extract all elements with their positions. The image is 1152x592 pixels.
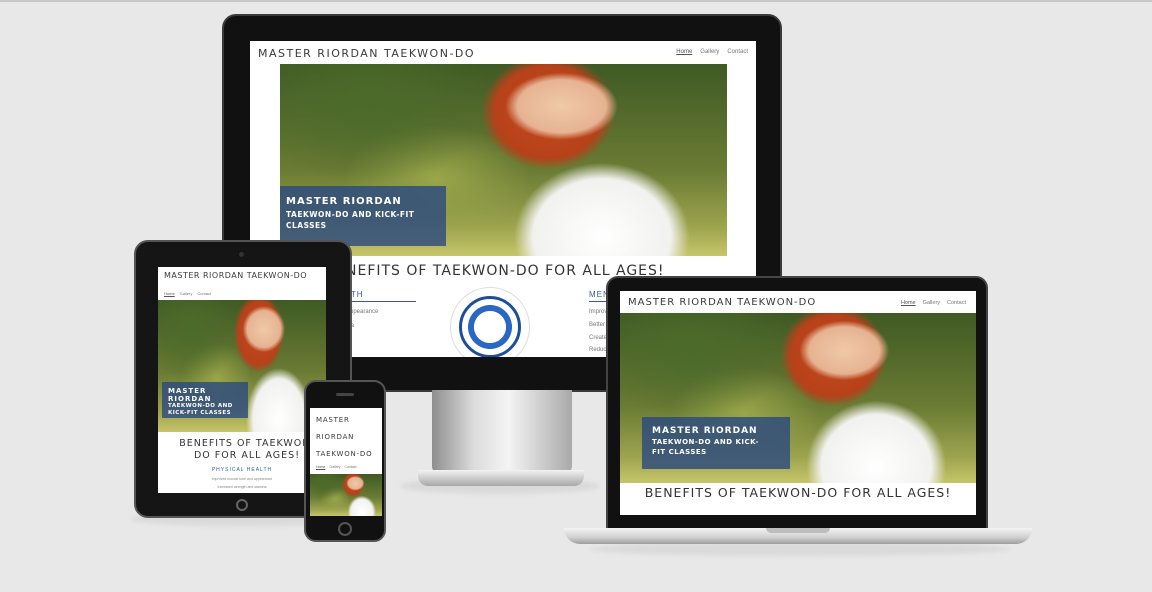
- physical-item: Improved muscle tone and appearance: [211, 477, 273, 481]
- hero-subtitle: TAEKWON-DO AND KICK-FIT CLASSES: [168, 403, 233, 416]
- laptop-shadow: [590, 542, 1010, 556]
- benefits-heading-line: BENEFITS OF TAEKWON-: [179, 438, 315, 449]
- hero-subtitle: TAEKWON-DO AND KICK-FIT CLASSES: [286, 210, 415, 230]
- nav-contact-link[interactable]: Contact: [197, 291, 211, 296]
- tablet-camera: [239, 252, 244, 257]
- phone-screen: MASTER RIORDAN TAEKWON-DO Home Gallery C…: [310, 408, 382, 516]
- benefits-heading-line: DO FOR ALL AGES!: [193, 450, 300, 461]
- site-nav: Home Gallery Contact: [901, 300, 966, 306]
- site-nav: Home Gallery Contact: [316, 465, 357, 469]
- laptop-notch: [766, 528, 830, 533]
- top-divider: [0, 0, 1152, 2]
- nav-gallery-link[interactable]: Gallery: [180, 291, 193, 296]
- hero-title: MASTER RIORDAN: [652, 426, 758, 436]
- physical-health-heading: LTH: [346, 290, 416, 302]
- hero-image: [310, 474, 382, 516]
- laptop-screen: MASTER RIORDAN TAEKWON-DO Home Gallery C…: [620, 291, 976, 515]
- hero-image: MASTER RIORDAN TAEKWON-DO AND KICK-FIT C…: [620, 313, 976, 483]
- tkd-emblem-icon: [459, 296, 521, 357]
- physical-item: Increased strength and stamina: [217, 485, 267, 489]
- brand-line: MASTER: [316, 416, 350, 424]
- site-brand[interactable]: MASTER RIORDAN TAEKWON-DO: [258, 47, 475, 60]
- tablet-screen: MASTER RIORDAN TAEKWON-DO Home Gallery C…: [158, 267, 326, 493]
- site-brand[interactable]: MASTER RIORDAN TAEKWON-DO: [164, 271, 307, 280]
- brand-line: TAEKWON-DO: [316, 450, 373, 458]
- nav-gallery-link[interactable]: Gallery: [329, 465, 340, 469]
- monitor-stand: [432, 390, 572, 474]
- nav-home-link[interactable]: Home: [316, 465, 325, 469]
- benefits-heading: BENEFITS OF TAEKWON- DO FOR ALL AGES!: [168, 438, 326, 462]
- hero-image: MASTER RIORDAN TAEKWON-DO AND KICK-FIT C…: [280, 64, 727, 256]
- mental-item: Reduc: [589, 347, 607, 353]
- phone-speaker: [336, 393, 354, 396]
- nav-contact-link[interactable]: Contact: [344, 465, 356, 469]
- nav-contact-link[interactable]: Contact: [947, 300, 966, 306]
- emblem-ring: [450, 287, 530, 357]
- brand-line: RIORDAN: [316, 433, 355, 441]
- tablet-home-button[interactable]: [236, 499, 248, 511]
- site-brand[interactable]: MASTER RIORDAN TAEKWON-DO: [628, 297, 816, 308]
- hero-image: MASTER RIORDAN TAEKWON-DO AND KICK-FIT C…: [158, 300, 326, 432]
- monitor-base: [418, 470, 584, 486]
- nav-contact-link[interactable]: Contact: [727, 49, 748, 55]
- nav-gallery-link[interactable]: Gallery: [700, 49, 719, 55]
- physical-health-heading: PHYSICAL HEALTH: [211, 467, 273, 473]
- hero-subtitle: TAEKWON-DO AND KICK-FIT CLASSES: [652, 438, 759, 456]
- site-brand[interactable]: MASTER RIORDAN TAEKWON-DO: [316, 412, 372, 463]
- nav-home-link[interactable]: Home: [901, 300, 916, 306]
- site-nav: Home Gallery Contact: [676, 49, 748, 55]
- hero-title: MASTER RIORDAN: [286, 196, 402, 207]
- hero-caption: MASTER RIORDAN TAEKWON-DO AND KICK-FIT C…: [642, 417, 790, 469]
- mental-item: Create: [589, 335, 608, 341]
- mental-item: Improv: [589, 309, 608, 315]
- nav-home-link[interactable]: Home: [164, 291, 175, 296]
- site-nav: Home Gallery Contact: [164, 291, 211, 296]
- hero-caption: MASTER RIORDAN TAEKWON-DO AND KICK-FIT C…: [280, 186, 446, 246]
- hero-title: MASTER RIORDAN: [168, 387, 212, 403]
- mental-item: Better: [589, 322, 606, 328]
- phone-home-button[interactable]: [338, 522, 352, 536]
- nav-gallery-link[interactable]: Gallery: [923, 300, 940, 306]
- benefits-heading: BENEFITS OF TAEKWON-DO FOR ALL AGES!: [644, 485, 952, 500]
- hero-caption: MASTER RIORDAN TAEKWON-DO AND KICK-FIT C…: [162, 382, 248, 418]
- nav-home-link[interactable]: Home: [676, 49, 692, 55]
